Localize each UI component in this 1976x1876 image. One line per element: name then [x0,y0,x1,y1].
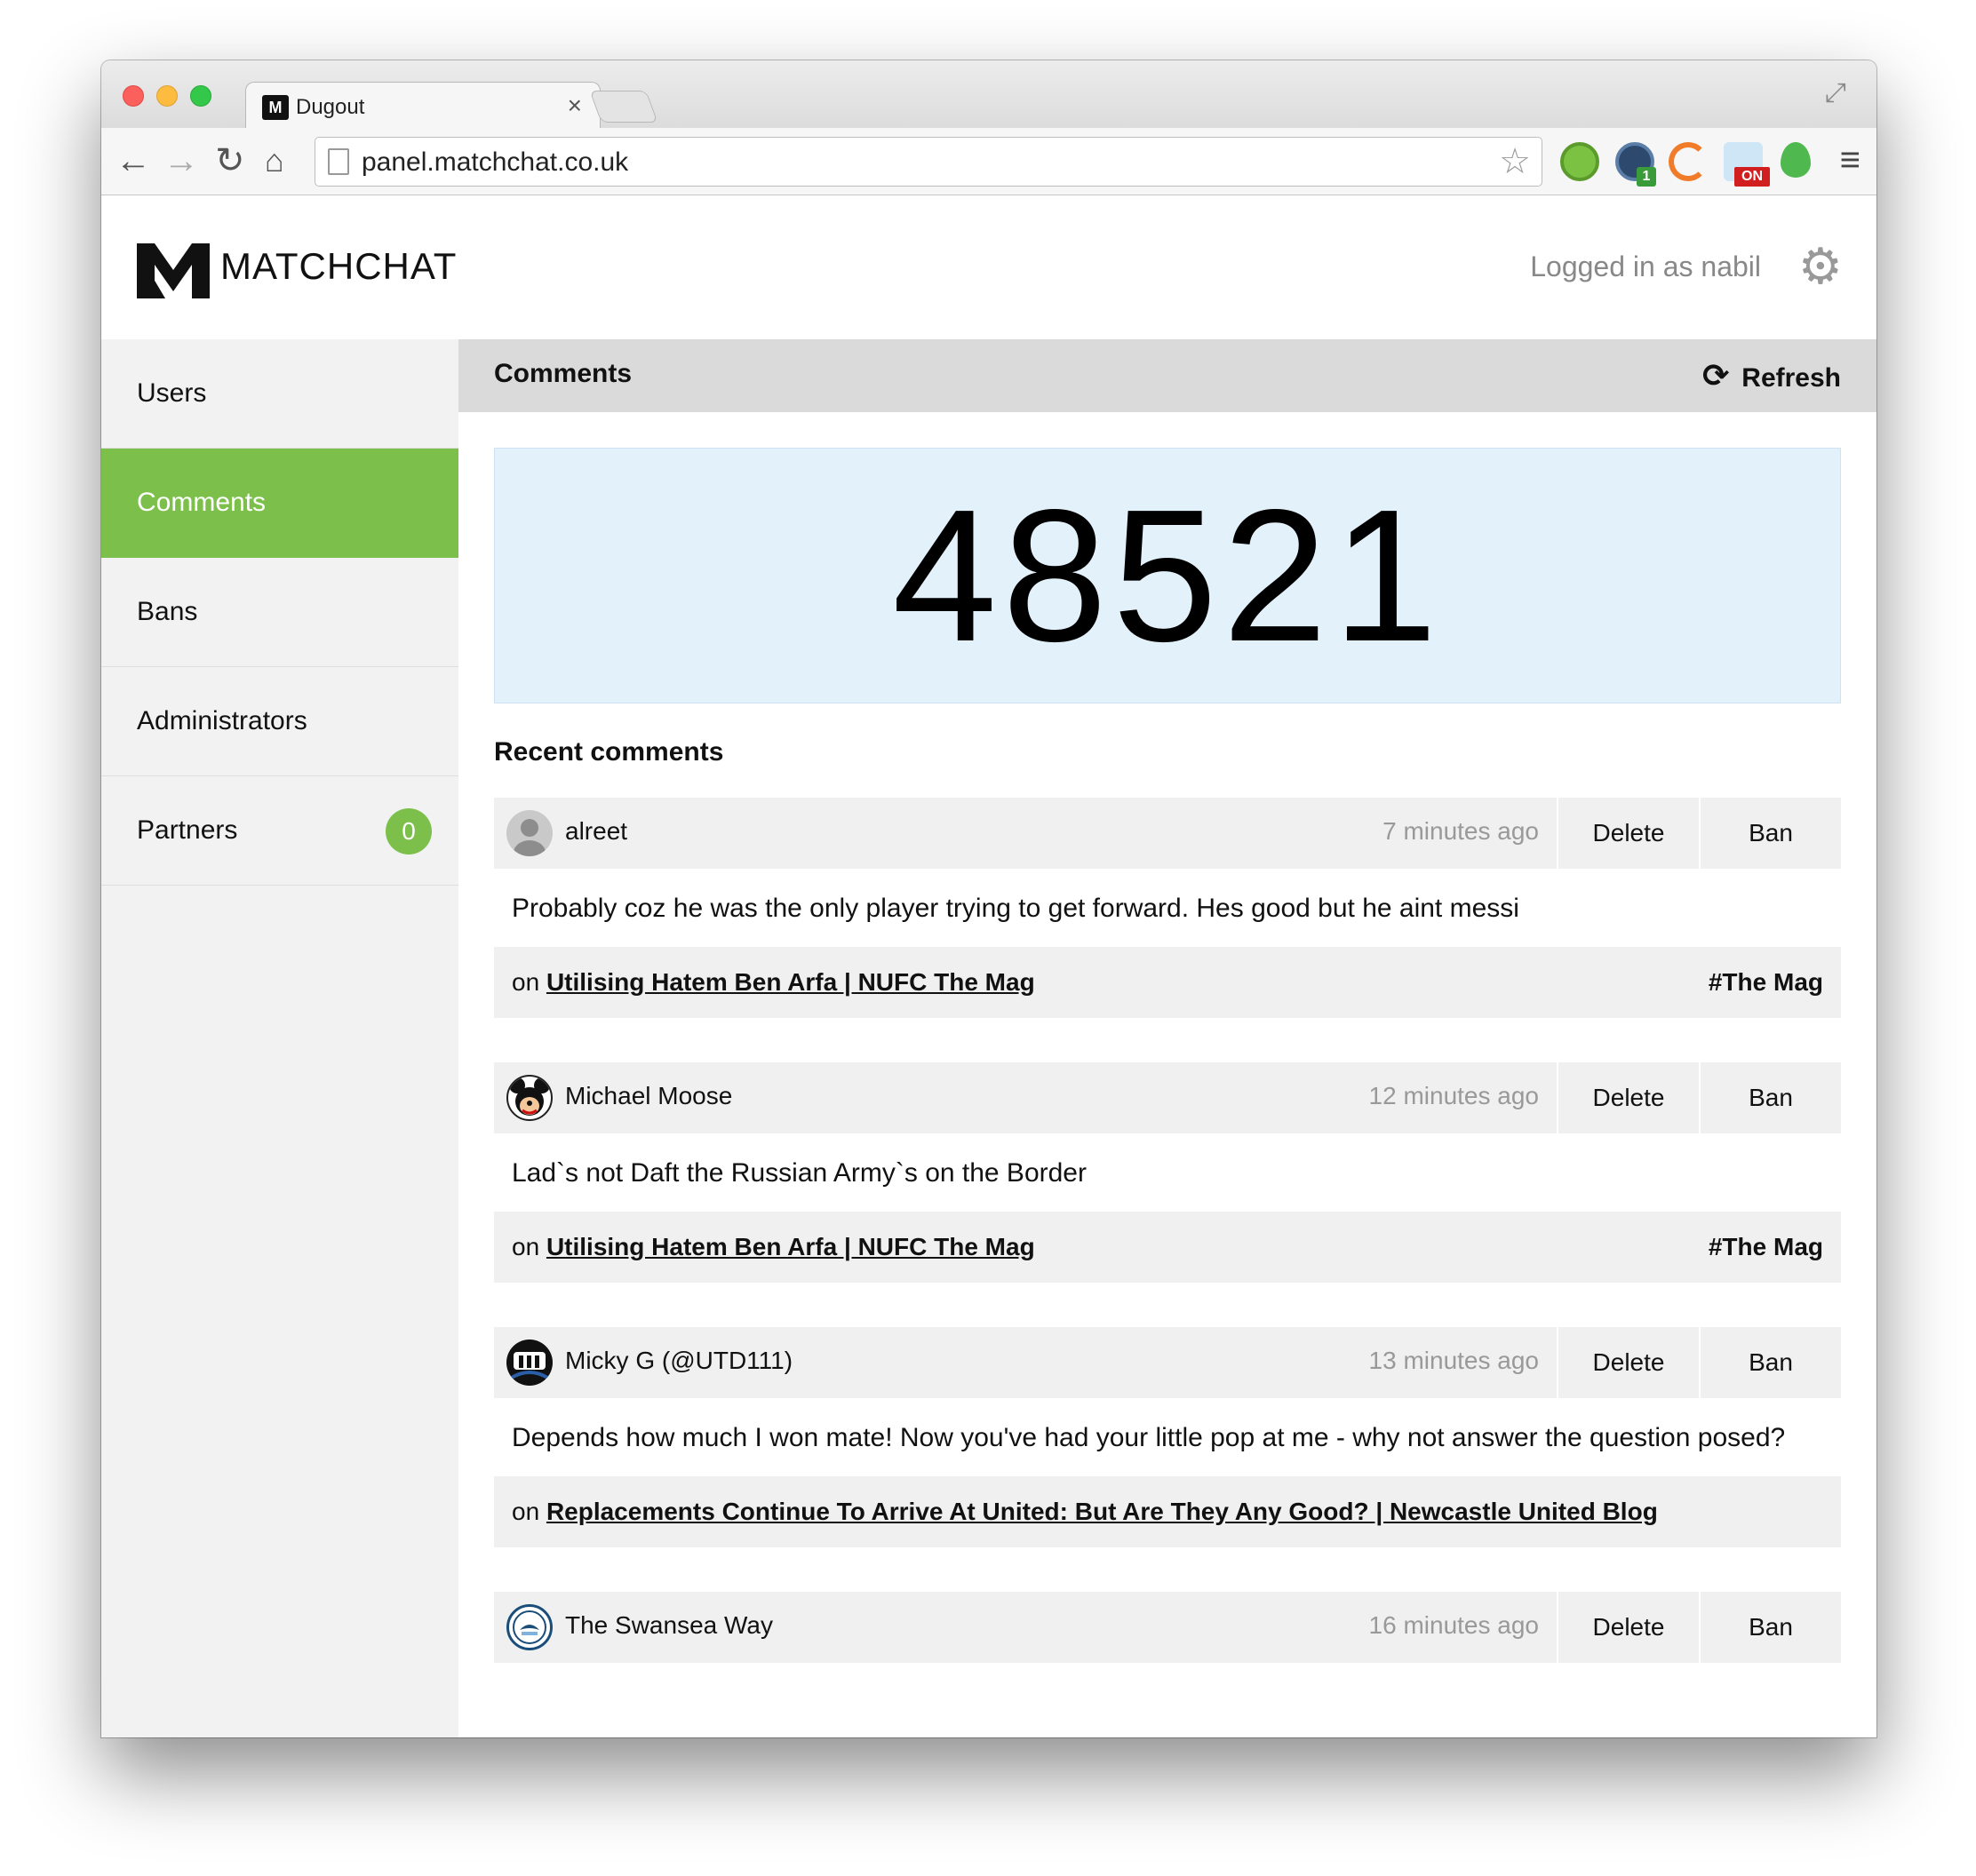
utd-avatar-icon [508,1352,551,1380]
extension-green-icon[interactable] [1560,142,1599,181]
avatar [506,1075,553,1121]
brand-name: MATCHCHAT [220,245,458,287]
delete-button[interactable]: Delete [1557,1062,1699,1133]
ban-button[interactable]: Ban [1699,1327,1841,1398]
comment-text: Lad`s not Daft the Russian Army`s on the… [512,1158,1087,1188]
comment-text: Depends how much I won mate! Now you've … [512,1423,1786,1452]
app: MATCHCHAT Logged in as nabil ⚙ Users Com… [101,195,1876,1737]
browser-titlebar: M Dugout × ⤢ [101,60,1876,130]
comment-card: alreet 7 minutes ago Delete Ban Probably… [494,798,1841,1018]
extension-badge: 1 [1637,167,1656,187]
address-bar[interactable]: panel.matchchat.co.uk ☆ [315,137,1542,187]
comment-card: Micky G (@UTD111) 13 minutes ago Delete … [494,1327,1841,1547]
minimize-window-button[interactable] [156,85,178,107]
comment-timestamp: 7 minutes ago [1382,817,1539,845]
delete-button[interactable]: Delete [1557,1592,1699,1663]
section-title: Comments [494,359,633,388]
section-header: Comments ⟳ Refresh [458,339,1876,412]
sidebar: Users Comments Bans Administrators Partn… [101,339,458,1737]
comment-count-panel: 48521 [494,448,1841,704]
browser-menu-icon[interactable]: ≡ [1840,140,1860,180]
article-link[interactable]: Utilising Hatem Ben Arfa | NUFC The Mag [546,968,1035,996]
recent-comments-title: Recent comments [494,737,724,767]
comment-card: Michael Moose 12 minutes ago Delete Ban … [494,1062,1841,1283]
article-link[interactable]: Utilising Hatem Ben Arfa | NUFC The Mag [546,1233,1035,1260]
comment-username[interactable]: Michael Moose [565,1082,732,1110]
avatar [506,1604,553,1650]
partner-tag: #The Mag [1708,968,1823,996]
comment-count: 48521 [892,470,1443,680]
browser-toolbar: ← → ↻ ⌂ panel.matchchat.co.uk ☆ 1 ON ≡ [101,128,1876,195]
comment-timestamp: 12 minutes ago [1368,1082,1539,1109]
url-text[interactable]: panel.matchchat.co.uk [362,147,628,178]
main-content: Comments ⟳ Refresh 48521 Recent comments [458,339,1876,1737]
new-tab-button[interactable] [589,91,658,123]
article-link[interactable]: Replacements Continue To Arrive At Unite… [546,1498,1658,1525]
partner-tag: #The Mag [1708,1233,1823,1260]
tab-title: Dugout [296,95,365,119]
sidebar-item-partners[interactable]: Partners 0 [101,776,458,886]
avatar [506,1339,553,1386]
comment-header: The Swansea Way 16 minutes ago Delete Ba… [494,1592,1841,1663]
app-header: MATCHCHAT Logged in as nabil ⚙ [101,195,1876,339]
bookmark-star-icon[interactable]: ☆ [1499,141,1531,182]
sidebar-item-users[interactable]: Users [101,339,458,449]
swansea-crest-icon [513,1610,546,1644]
comment-source: on Utilising Hatem Ben Arfa | NUFC The M… [494,947,1841,1018]
comment-card: The Swansea Way 16 minutes ago Delete Ba… [494,1592,1841,1663]
avatar [506,810,553,856]
reload-icon[interactable]: ↻ [215,139,245,183]
logged-in-status: Logged in as nabil [1530,250,1761,282]
sidebar-item-administrators[interactable]: Administrators [101,667,458,776]
ban-button[interactable]: Ban [1699,798,1841,869]
zoom-window-button[interactable] [190,85,211,107]
browser-window: M Dugout × ⤢ ← → ↻ ⌂ panel.matchchat.co.… [101,60,1876,1737]
default-user-icon [514,819,546,856]
fullscreen-icon[interactable]: ⤢ [1825,78,1846,108]
comment-username[interactable]: The Swansea Way [565,1611,773,1640]
gear-icon[interactable]: ⚙ [1798,240,1843,293]
mickey-avatar-icon [509,1077,550,1116]
comment-source: on Replacements Continue To Arrive At Un… [494,1476,1841,1547]
refresh-button[interactable]: ⟳ Refresh [1702,357,1841,394]
close-window-button[interactable] [123,85,144,107]
on-label: on [512,1498,540,1525]
comment-list: alreet 7 minutes ago Delete Ban Probably… [494,798,1841,1707]
comment-source: on Utilising Hatem Ben Arfa | NUFC The M… [494,1212,1841,1283]
home-icon[interactable]: ⌂ [265,139,284,183]
page-icon [328,148,349,175]
comment-text: Probably coz he was the only player tryi… [512,894,1519,923]
sidebar-item-comments[interactable]: Comments [101,449,458,558]
partners-count-badge: 0 [386,808,432,855]
back-arrow-icon[interactable]: ← [116,139,151,183]
comment-header: alreet 7 minutes ago Delete Ban [494,798,1841,869]
extension-on-badge: ON [1734,167,1770,187]
sidebar-item-bans[interactable]: Bans [101,558,458,667]
delete-button[interactable]: Delete [1557,798,1699,869]
comment-header: Micky G (@UTD111) 13 minutes ago Delete … [494,1327,1841,1398]
matchchat-favicon-icon: M [262,95,289,120]
extension-leaf-icon[interactable] [1781,142,1811,178]
comment-username[interactable]: Micky G (@UTD111) [565,1347,793,1375]
forward-arrow-icon[interactable]: → [163,139,199,183]
on-label: on [512,968,540,996]
comment-header: Michael Moose 12 minutes ago Delete Ban [494,1062,1841,1133]
on-label: on [512,1233,540,1260]
tab-close-icon[interactable]: × [568,91,582,120]
comment-username[interactable]: alreet [565,817,627,846]
browser-tab[interactable]: M Dugout × [245,82,601,130]
extension-orange-icon[interactable] [1669,142,1708,181]
refresh-label: Refresh [1741,363,1841,393]
ban-button[interactable]: Ban [1699,1592,1841,1663]
comment-timestamp: 16 minutes ago [1368,1611,1539,1639]
matchchat-logo-icon [137,243,210,298]
delete-button[interactable]: Delete [1557,1327,1699,1398]
sidebar-item-label: Partners [137,815,238,845]
comment-timestamp: 13 minutes ago [1368,1347,1539,1374]
ban-button[interactable]: Ban [1699,1062,1841,1133]
refresh-icon: ⟳ [1702,357,1730,393]
